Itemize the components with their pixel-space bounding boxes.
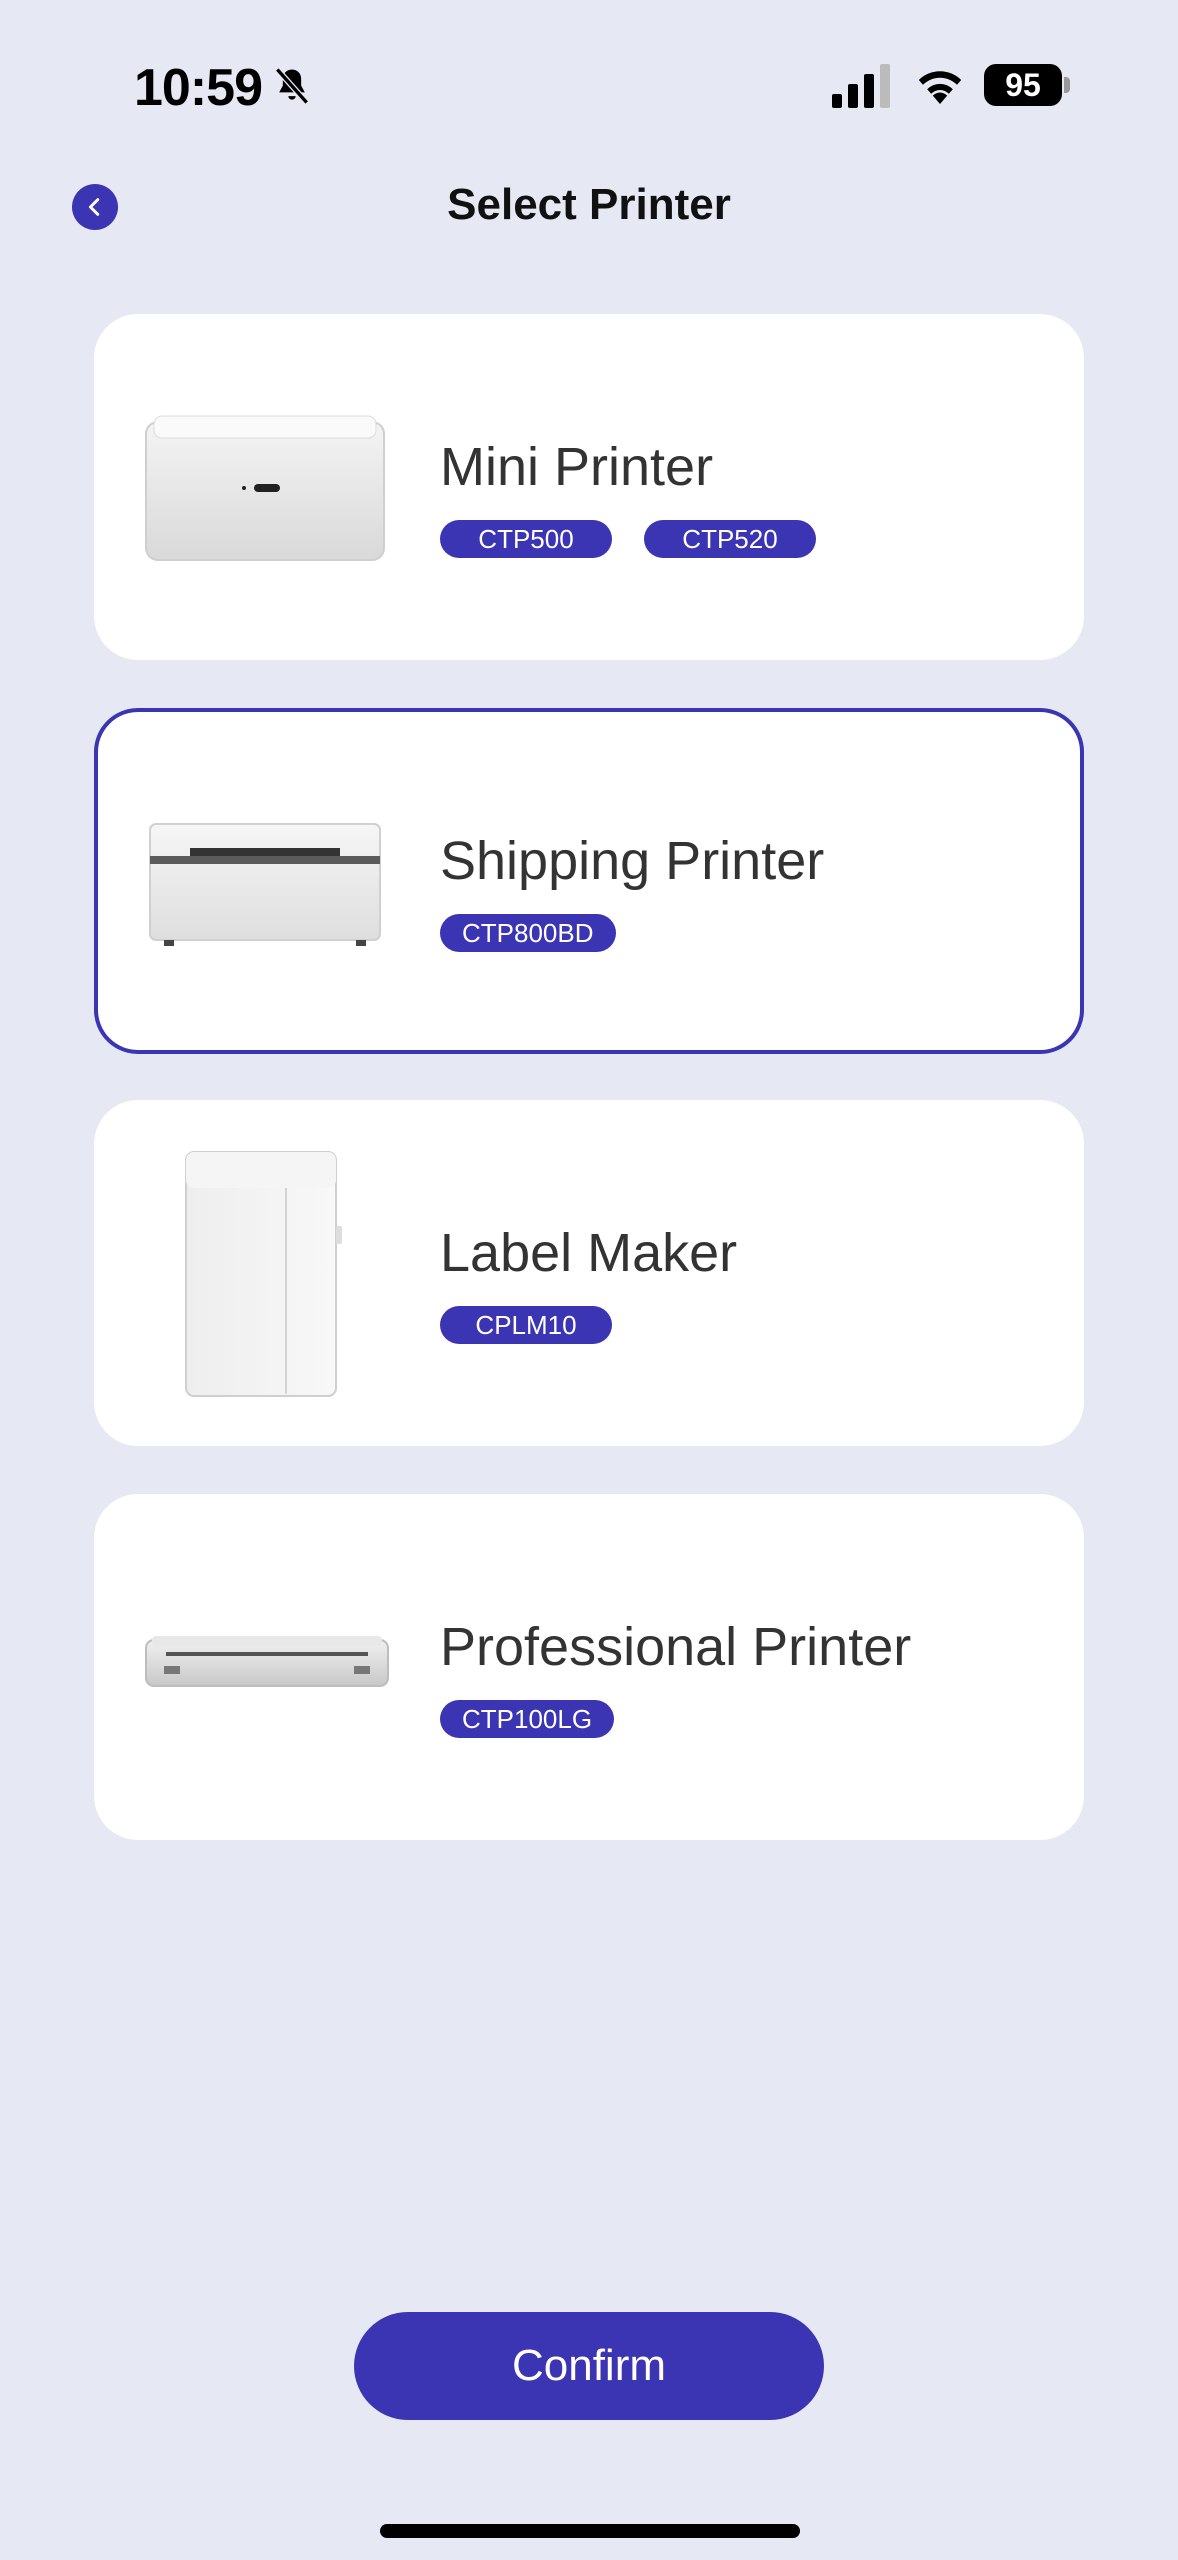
printer-title: Mini Printer xyxy=(440,437,714,497)
professional-printer-image xyxy=(145,1636,389,1687)
cellular-signal-icon xyxy=(832,64,890,108)
model-tags: CTP100LG xyxy=(440,1700,615,1738)
back-button[interactable] xyxy=(72,184,118,230)
battery-icon: 95 xyxy=(984,64,1070,106)
model-tag: CTP800BD xyxy=(440,914,616,952)
printer-card-label-maker[interactable]: Label Maker CPLM10 xyxy=(94,1100,1084,1446)
model-tags: CTP800BD xyxy=(440,914,616,952)
printer-card-shipping[interactable]: Shipping Printer CTP800BD xyxy=(94,708,1084,1054)
status-time: 10:59 xyxy=(134,59,263,117)
printer-card-professional[interactable]: Professional Printer CTP100LG xyxy=(94,1494,1084,1840)
wifi-icon xyxy=(918,71,962,104)
battery-level: 95 xyxy=(984,64,1062,106)
status-bar: 10:59 95 xyxy=(0,0,1178,170)
model-tag: CTP500 xyxy=(440,520,612,558)
printer-title: Professional Printer xyxy=(440,1617,912,1677)
label-maker-image xyxy=(185,1151,342,1397)
model-tag: CTP100LG xyxy=(440,1700,615,1738)
printer-title: Shipping Printer xyxy=(440,831,825,891)
confirm-button[interactable]: Confirm xyxy=(354,2312,824,2420)
shipping-printer-image xyxy=(149,823,381,946)
chevron-left-icon xyxy=(88,198,100,216)
mini-printer-image xyxy=(145,415,385,561)
bell-slash-icon xyxy=(275,67,309,105)
printer-title: Label Maker xyxy=(440,1223,738,1283)
model-tag: CPLM10 xyxy=(440,1306,612,1344)
printer-card-mini[interactable]: Mini Printer CTP500 CTP520 xyxy=(94,314,1084,660)
model-tags: CPLM10 xyxy=(440,1306,612,1344)
model-tag: CTP520 xyxy=(644,520,816,558)
model-tags: CTP500 CTP520 xyxy=(440,520,816,558)
page-title: Select Printer xyxy=(447,180,731,229)
home-indicator[interactable] xyxy=(380,2524,800,2538)
